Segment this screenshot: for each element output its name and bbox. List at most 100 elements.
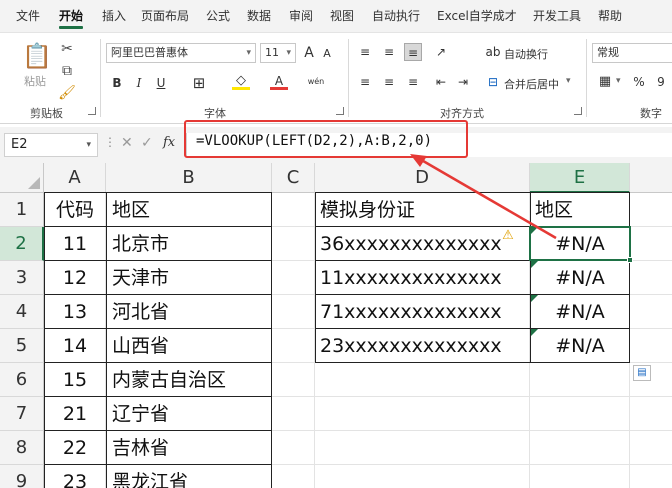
font-launcher-icon[interactable] xyxy=(336,107,344,115)
row-header-1[interactable]: 1 xyxy=(0,193,44,227)
cell-a2[interactable]: 11 xyxy=(44,227,106,261)
cell-d4[interactable]: 71xxxxxxxxxxxxxx xyxy=(320,295,525,329)
currency-dropdown-icon[interactable]: ▾ xyxy=(616,76,621,86)
column-header-d[interactable]: D xyxy=(315,163,530,193)
cell-d2[interactable]: 36xxxxxxxxxxxxxx xyxy=(320,227,525,261)
row-header-3[interactable]: 3 xyxy=(0,261,44,295)
row-header-4[interactable]: 4 xyxy=(0,295,44,329)
more-icon[interactable]: ⋮ xyxy=(104,135,116,149)
cell-b8[interactable]: 吉林省 xyxy=(112,431,266,465)
column-header-e[interactable]: E xyxy=(530,163,630,193)
row-header-8[interactable]: 8 xyxy=(0,431,44,465)
bold-button[interactable]: B xyxy=(108,74,126,92)
align-middle-icon[interactable]: ≡ xyxy=(380,43,398,61)
underline-button[interactable]: U xyxy=(152,74,170,92)
cell-b5[interactable]: 山西省 xyxy=(112,329,266,363)
align-center-icon[interactable]: ≡ xyxy=(380,73,398,91)
cell-b7[interactable]: 辽宁省 xyxy=(112,397,266,431)
cell-e5[interactable]: #N/A xyxy=(530,329,630,363)
fill-handle[interactable] xyxy=(627,257,633,263)
align-right-icon[interactable]: ≡ xyxy=(404,73,422,91)
row-header-7[interactable]: 7 xyxy=(0,397,44,431)
wrap-text-icon[interactable]: ab xyxy=(484,43,502,61)
quick-analysis-icon[interactable]: ▤ xyxy=(633,365,651,381)
cell-a1[interactable]: 代码 xyxy=(44,193,106,227)
font-color-button[interactable]: A xyxy=(270,72,288,90)
grow-font-button[interactable]: A xyxy=(300,44,318,62)
tab-page-layout[interactable]: 页面布局 xyxy=(141,0,189,32)
cell-e4[interactable]: #N/A xyxy=(530,295,630,329)
row-header-6[interactable]: 6 xyxy=(0,363,44,397)
cell-a5[interactable]: 14 xyxy=(44,329,106,363)
align-bottom-icon[interactable]: ≡ xyxy=(404,43,422,61)
tab-data[interactable]: 数据 xyxy=(247,0,271,32)
increase-indent-icon[interactable]: ⇥ xyxy=(454,73,472,91)
tab-help[interactable]: 帮助 xyxy=(598,0,622,32)
column-header-a[interactable]: A xyxy=(44,163,106,193)
cut-icon[interactable]: ✂ xyxy=(58,41,76,57)
column-header-b[interactable]: B xyxy=(106,163,272,193)
orientation-icon[interactable]: ↗ xyxy=(432,43,450,61)
column-header-c[interactable]: C xyxy=(272,163,315,193)
tab-file[interactable]: 文件 xyxy=(16,0,40,32)
align-top-icon[interactable]: ≡ xyxy=(356,43,374,61)
font-size-dropdown[interactable]: 11 ▾ xyxy=(260,43,296,63)
cell-d1[interactable]: 模拟身份证 xyxy=(320,193,525,227)
row-header-2[interactable]: 2 xyxy=(0,227,44,261)
paste-button-label[interactable]: 粘贴 xyxy=(24,73,46,89)
enter-formula-icon[interactable]: ✓ xyxy=(141,135,153,151)
percent-icon[interactable]: % xyxy=(630,73,648,91)
cell-a8[interactable]: 22 xyxy=(44,431,106,465)
decrease-indent-icon[interactable]: ⇤ xyxy=(432,73,450,91)
clipboard-launcher-icon[interactable] xyxy=(88,107,96,115)
cell-e3[interactable]: #N/A xyxy=(530,261,630,295)
tab-insert[interactable]: 插入 xyxy=(102,0,126,32)
merge-center-icon[interactable]: ⊟ xyxy=(484,73,502,91)
tab-automate[interactable]: 自动执行 xyxy=(372,0,420,32)
cell-a7[interactable]: 21 xyxy=(44,397,106,431)
tab-developer[interactable]: 开发工具 xyxy=(533,0,581,32)
paste-icon[interactable]: 📋 xyxy=(22,41,52,71)
alignment-launcher-icon[interactable] xyxy=(574,107,582,115)
italic-button[interactable]: I xyxy=(130,74,148,92)
tab-formulas[interactable]: 公式 xyxy=(206,0,230,32)
formula-text[interactable]: =VLOOKUP(LEFT(D2,2),A:B,2,0) xyxy=(196,133,432,149)
font-name-dropdown[interactable]: 阿里巴巴普惠体 ▾ xyxy=(106,43,256,63)
copy-icon[interactable]: ⧉ xyxy=(58,63,76,79)
number-format-dropdown[interactable]: 常规 xyxy=(592,43,672,63)
select-all-button[interactable] xyxy=(0,163,44,193)
border-icon[interactable]: ⊞ xyxy=(190,74,208,92)
name-box[interactable]: E2 ▾ xyxy=(4,133,98,157)
cell-b9[interactable]: 黑龙江省 xyxy=(112,465,266,488)
currency-icon[interactable]: ▦ xyxy=(596,73,614,91)
row-header-9[interactable]: 9 xyxy=(0,465,44,488)
shrink-font-button[interactable]: A xyxy=(318,45,336,63)
align-left-icon[interactable]: ≡ xyxy=(356,73,374,91)
format-painter-icon[interactable]: 🖌 xyxy=(58,85,76,101)
cell-b6[interactable]: 内蒙古自治区 xyxy=(112,363,266,397)
cell-d3[interactable]: 11xxxxxxxxxxxxxx xyxy=(320,261,525,295)
warning-icon[interactable]: ⚠ xyxy=(500,228,516,244)
row-header-5[interactable]: 5 xyxy=(0,329,44,363)
cell-d5[interactable]: 23xxxxxxxxxxxxxx xyxy=(320,329,525,363)
cell-a4[interactable]: 13 xyxy=(44,295,106,329)
tab-home[interactable]: 开始 xyxy=(59,0,84,32)
column-header-f[interactable] xyxy=(630,163,672,193)
tab-excel-zixue[interactable]: Excel自学成才 xyxy=(437,0,517,32)
cancel-formula-icon[interactable]: ✕ xyxy=(121,135,133,151)
fill-color-icon[interactable]: ◇ xyxy=(232,72,250,90)
tab-view[interactable]: 视图 xyxy=(330,0,354,32)
merge-center-button[interactable]: 合并后居中 xyxy=(504,76,559,92)
worksheet-grid[interactable]: A B C D E 1 2 3 4 5 6 7 8 9 代码 11 12 13 14 15 21 22 23 地区北… xyxy=(0,163,672,488)
wrap-text-button[interactable]: 自动换行 xyxy=(504,46,548,62)
tab-review[interactable]: 审阅 xyxy=(289,0,313,32)
cell-b2[interactable]: 北京市 xyxy=(112,227,266,261)
comma-style-icon[interactable]: 9 xyxy=(652,73,670,91)
cell-b1[interactable]: 地区 xyxy=(112,193,266,227)
cell-a6[interactable]: 15 xyxy=(44,363,106,397)
cell-b3[interactable]: 天津市 xyxy=(112,261,266,295)
insert-function-button[interactable]: fx xyxy=(163,135,175,150)
cell-a9[interactable]: 23 xyxy=(44,465,106,488)
merge-dropdown-icon[interactable]: ▾ xyxy=(566,76,571,86)
phonetic-button[interactable]: wén xyxy=(304,73,328,91)
